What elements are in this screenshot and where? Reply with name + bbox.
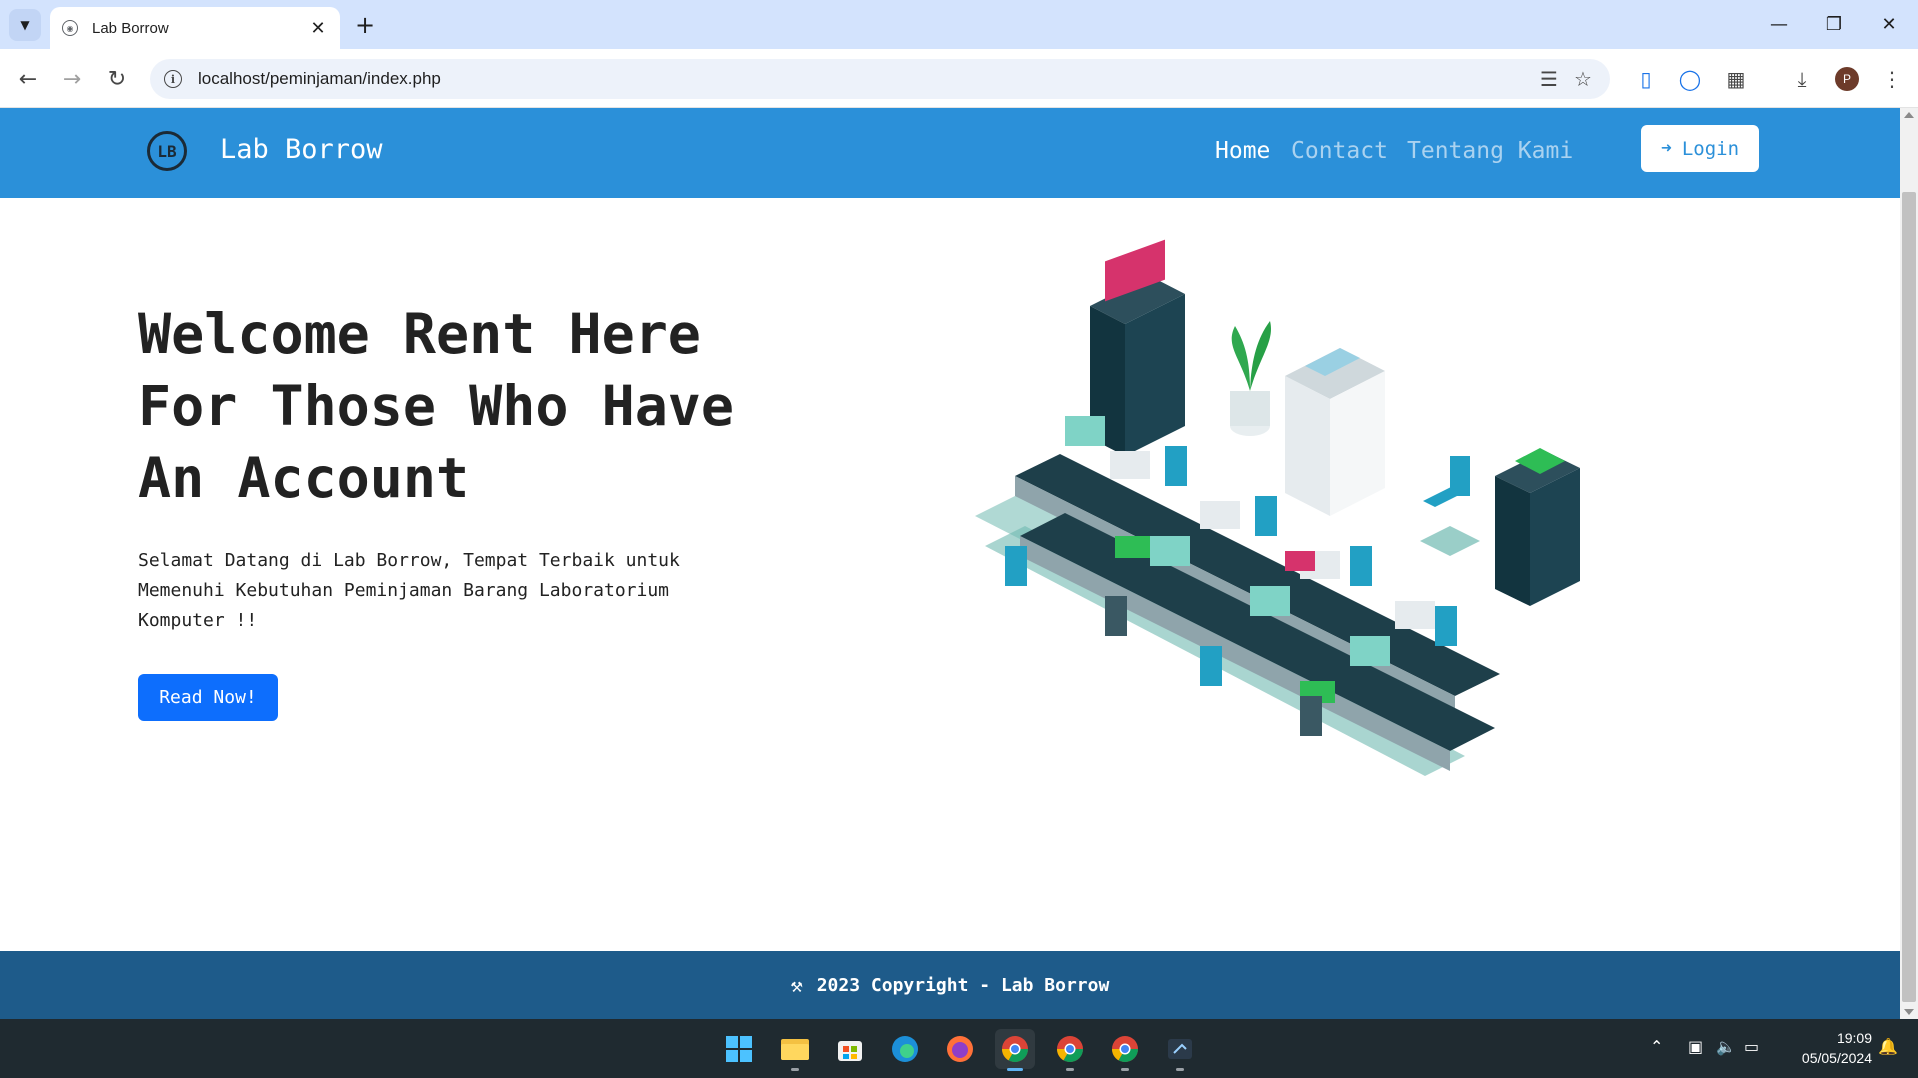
chrome-app-profile-3[interactable] [1105,1029,1145,1071]
running-indicator [1121,1068,1129,1071]
extension-phone-icon[interactable]: ▯ [1630,63,1662,95]
edge-icon [892,1036,918,1062]
forward-button[interactable]: → [56,63,88,95]
menu-kebab-icon[interactable]: ⋮ [1876,63,1908,95]
bookmark-star-icon[interactable]: ☆ [1566,62,1600,96]
arrow-right-icon: → [62,66,82,92]
microsoft-store-app[interactable] [830,1029,870,1069]
browser-tab[interactable]: ◉ Lab Borrow ✕ [50,7,340,49]
clock-date: 05/05/2024 [1801,1050,1872,1066]
close-tab-icon[interactable]: ✕ [308,18,328,39]
login-label: Login [1681,137,1740,160]
terminal-icon [1168,1039,1192,1059]
url-text[interactable]: localhost/peminjaman/index.php [198,69,1532,89]
sign-in-icon: ➜ [1660,138,1672,159]
notification-bell-icon[interactable]: 🔔 [1878,1037,1898,1056]
scroll-up-icon[interactable] [1904,112,1914,118]
running-indicator [1176,1068,1184,1071]
minimize-button[interactable]: — [1754,8,1804,40]
scroll-down-icon[interactable] [1904,1009,1914,1015]
chrome-icon [1111,1036,1139,1063]
taskbar-clock[interactable]: 19:09 05/05/2024 [1772,1028,1872,1068]
reload-button[interactable]: ↻ [101,63,133,95]
clock-time: 19:09 [1836,1030,1872,1046]
windows-logo-icon [726,1036,752,1062]
arrow-left-icon: ← [18,66,38,92]
file-explorer-app[interactable] [775,1029,815,1071]
filing-cabinet-right [1495,448,1580,606]
office-chair [1420,456,1480,556]
start-button[interactable] [719,1029,759,1069]
site-footer: ⚒ 2023 Copyright - Lab Borrow [0,951,1900,1019]
site-info-icon[interactable]: i [164,70,182,88]
running-indicator [1007,1068,1023,1071]
page-viewport: LB Lab Borrow Home Contact Tentang Kami … [0,108,1900,1019]
folder-icon [781,1039,809,1060]
plant-pot [1230,321,1271,436]
chevron-down-icon: ▼ [20,18,30,32]
read-now-button[interactable]: Read Now! [138,674,278,721]
back-button[interactable]: ← [12,63,44,95]
firefox-icon [947,1036,973,1062]
volume-icon[interactable]: 🔈 [1716,1037,1736,1056]
plus-icon: + [354,11,376,39]
running-indicator [791,1068,799,1071]
firefox-app[interactable] [940,1029,980,1069]
edge-app[interactable] [885,1029,925,1069]
chrome-icon [1001,1036,1029,1063]
restore-button[interactable]: ❐ [1809,8,1859,40]
windows-taskbar: ⌃ ▣ 🔈 ▭ 19:09 05/05/2024 🔔 [0,1019,1918,1078]
tab-search-button[interactable]: ▼ [9,9,41,41]
terminal-app[interactable] [1160,1029,1200,1071]
hero-title: Welcome Rent Here For Those Who Have An … [138,302,735,510]
browser-toolbar: ← → ↻ i localhost/peminjaman/index.php ☰… [0,49,1918,108]
profile-avatar[interactable]: P [1835,67,1859,91]
download-icon[interactable]: ⤓ [1786,63,1818,95]
nav-link-about[interactable]: Tentang Kami [1407,138,1573,164]
address-bar[interactable]: i localhost/peminjaman/index.php ☰ ☆ [150,59,1610,99]
new-tab-button[interactable]: + [350,10,380,40]
running-indicator [1066,1068,1074,1071]
hammer-icon: ⚒ [790,973,803,997]
chrome-app-profile-1[interactable] [995,1029,1035,1071]
footer-copyright: 2023 Copyright - Lab Borrow [816,974,1110,996]
translate-icon[interactable]: ☰ [1532,62,1566,96]
brand-name[interactable]: Lab Borrow [220,134,383,165]
desk-row [975,416,1500,776]
chrome-app-profile-2[interactable] [1050,1029,1090,1071]
brand-logo[interactable]: LB [147,131,187,171]
chrome-icon [1056,1036,1084,1063]
tab-title: Lab Borrow [92,19,169,37]
office-illustration [975,239,1580,776]
close-window-button[interactable]: ✕ [1864,8,1914,40]
extension-circle-icon[interactable]: ◯ [1674,63,1706,95]
extensions-puzzle-icon[interactable]: ▦ [1720,63,1752,95]
nav-link-contact[interactable]: Contact [1291,138,1388,164]
reload-icon: ↻ [107,66,127,92]
browser-tab-strip: ▼ ◉ Lab Borrow ✕ + — ❐ ✕ [0,0,1918,49]
page-scrollbar[interactable] [1900,108,1918,1019]
chevron-up-icon[interactable]: ⌃ [1650,1037,1663,1056]
scrollbar-thumb[interactable] [1902,192,1916,1002]
copier-machine [1285,348,1385,516]
nav-link-home[interactable]: Home [1215,138,1270,164]
login-button[interactable]: ➜ Login [1641,125,1759,172]
store-icon [838,1041,862,1061]
battery-icon[interactable]: ▭ [1744,1037,1759,1056]
hero-description: Selamat Datang di Lab Borrow, Tempat Ter… [138,550,680,631]
network-icon[interactable]: ▣ [1688,1037,1703,1056]
globe-icon: ◉ [62,20,78,36]
site-navbar: LB Lab Borrow Home Contact Tentang Kami … [0,108,1900,198]
